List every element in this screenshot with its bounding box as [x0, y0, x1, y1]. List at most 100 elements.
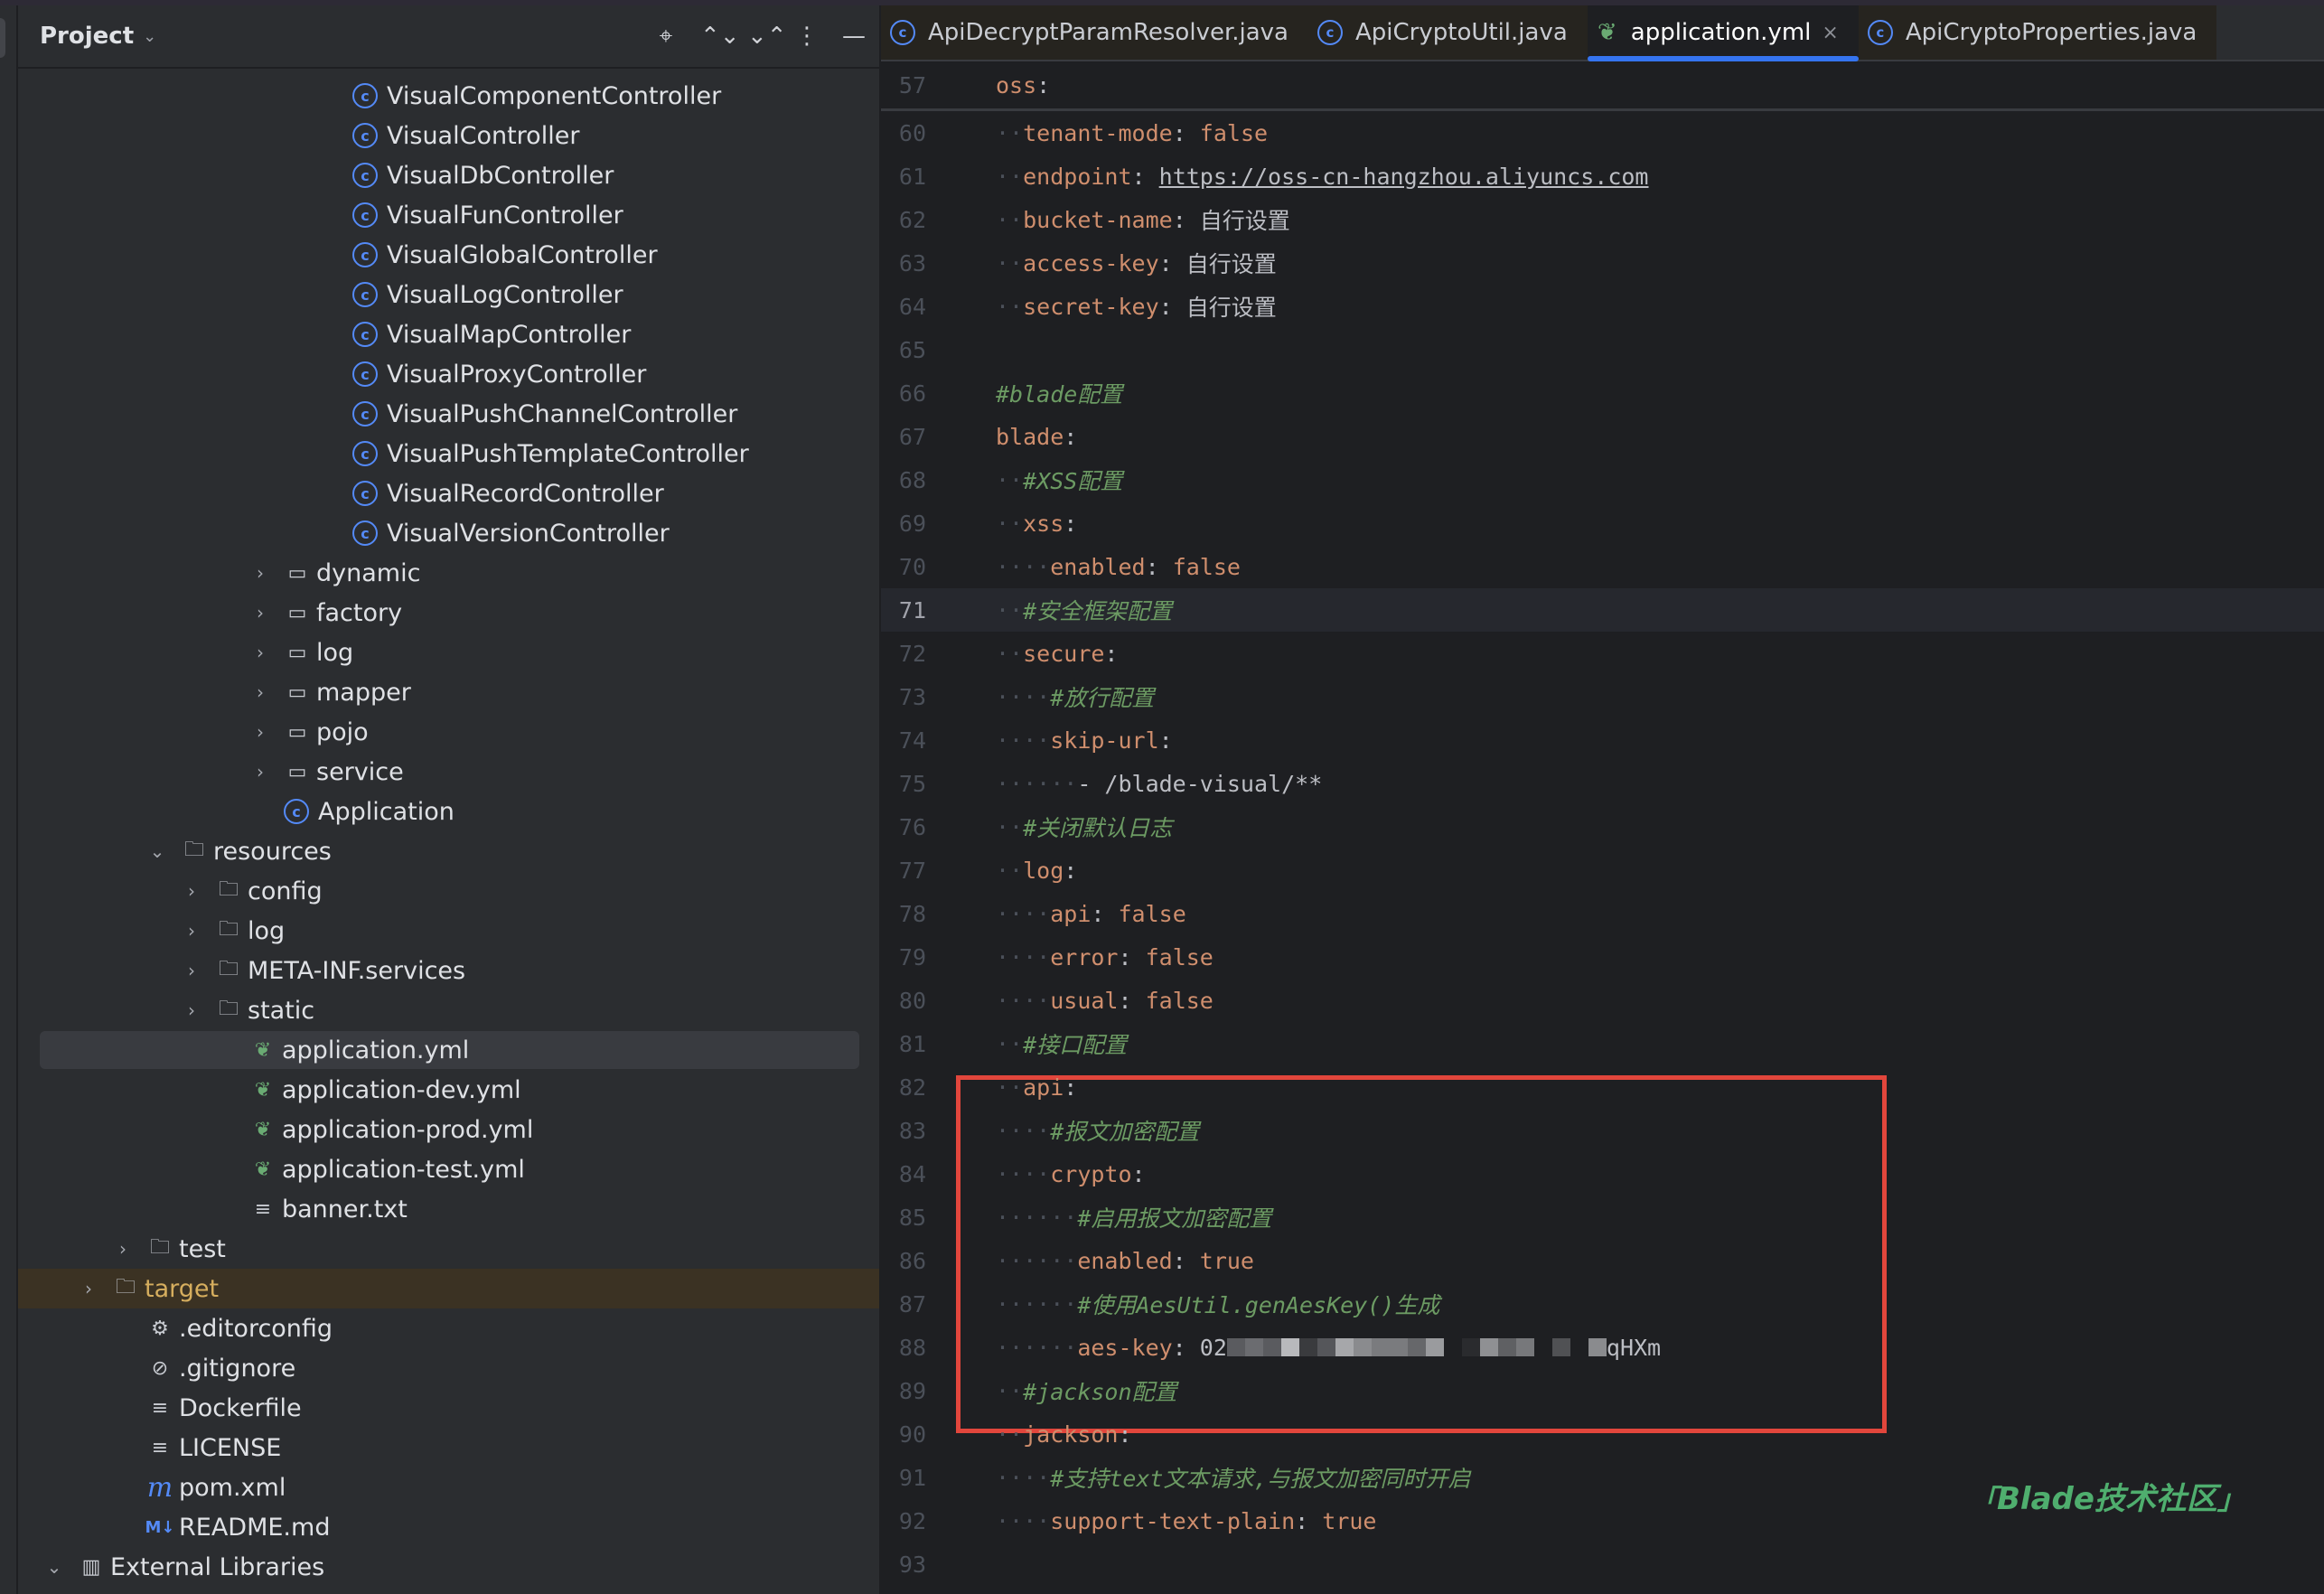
- code-line[interactable]: 64 ·· secret-key: 自行设置: [881, 285, 2324, 328]
- chevron-right-icon[interactable]: ›: [78, 1278, 99, 1299]
- code-line[interactable]: 90 ·· jackson:: [881, 1412, 2324, 1456]
- tree-item[interactable]: c VisualDbController: [18, 155, 879, 195]
- tree-item[interactable]: c VisualGlobalController: [18, 235, 879, 275]
- editor-tab[interactable]: c ApiDecryptParamResolver.java: [881, 5, 1308, 60]
- code-line[interactable]: 67 blade:: [881, 415, 2324, 458]
- expand-all-icon[interactable]: ⌃⌄: [700, 23, 740, 50]
- code-line[interactable]: 86 ······ enabled: true: [881, 1239, 2324, 1282]
- tree-item[interactable]: ❦ application-dev.yml: [18, 1070, 879, 1110]
- code-line[interactable]: 84 ···· crypto:: [881, 1152, 2324, 1196]
- code-line[interactable]: 88 ······ aes-key: 02 qHXm: [881, 1326, 2324, 1369]
- chevron-right-icon[interactable]: ›: [181, 960, 202, 981]
- code-area[interactable]: 57 oss:60 ·· tenant-mode: false 61 ·· endpoint…: [881, 61, 2324, 1586]
- tree-item[interactable]: c VisualController: [18, 116, 879, 155]
- code-line[interactable]: 65: [881, 328, 2324, 371]
- tree-item[interactable]: ⊘ .gitignore: [18, 1348, 879, 1388]
- code-line[interactable]: 76 ·· #关闭默认日志: [881, 805, 2324, 849]
- editor-tab[interactable]: c ApiCryptoUtil.java: [1308, 5, 1588, 60]
- code-line[interactable]: 78 ···· api: false: [881, 892, 2324, 935]
- tree-item[interactable]: › ▭ dynamic: [18, 553, 879, 593]
- chevron-right-icon[interactable]: ›: [249, 642, 271, 663]
- code-line[interactable]: 66 #blade配置: [881, 371, 2324, 415]
- chevron-right-icon[interactable]: ›: [249, 562, 271, 584]
- tree-item[interactable]: c VisualRecordController: [18, 474, 879, 513]
- chevron-right-icon[interactable]: ›: [181, 920, 202, 942]
- tree-item[interactable]: › ▭ pojo: [18, 712, 879, 752]
- tree-item[interactable]: › 🗀 META-INF.services: [18, 951, 879, 990]
- tree-item[interactable]: c VisualPushTemplateController: [18, 434, 879, 474]
- chevron-right-icon[interactable]: ›: [249, 761, 271, 783]
- code-line[interactable]: 83 ···· #报文加密配置: [881, 1109, 2324, 1152]
- tree-item[interactable]: › ▭ mapper: [18, 672, 879, 712]
- code-line[interactable]: 63 ·· access-key: 自行设置: [881, 241, 2324, 285]
- code-line[interactable]: 87 ······ #使用AesUtil.genAesKey()生成: [881, 1282, 2324, 1326]
- code-line[interactable]: 74 ···· skip-url:: [881, 718, 2324, 762]
- tree-item[interactable]: c VisualLogController: [18, 275, 879, 314]
- code-line[interactable]: 69 ·· xss:: [881, 502, 2324, 545]
- chevron-right-icon[interactable]: ›: [181, 880, 202, 902]
- code-line[interactable]: 68 ·· #XSS配置: [881, 458, 2324, 502]
- code-line[interactable]: 80 ···· usual: false: [881, 979, 2324, 1022]
- chevron-right-icon[interactable]: ›: [249, 681, 271, 703]
- code-line[interactable]: 79 ···· error: false: [881, 935, 2324, 979]
- tree-item[interactable]: ⌄ ▥ External Libraries: [18, 1547, 879, 1587]
- tree-item[interactable]: c VisualProxyController: [18, 354, 879, 394]
- chevron-right-icon[interactable]: ›: [181, 999, 202, 1021]
- tree-item[interactable]: › ▭ service: [18, 752, 879, 792]
- tree-item[interactable]: ≡ LICENSE: [18, 1428, 879, 1467]
- tree-item[interactable]: ⌄ 🗀 resources: [18, 831, 879, 871]
- code-line[interactable]: 93: [881, 1542, 2324, 1586]
- chevron-down-icon[interactable]: ⌄: [43, 1556, 65, 1578]
- tree-item[interactable]: › ▭ log: [18, 633, 879, 672]
- tree-item[interactable]: c Application: [18, 792, 879, 831]
- chevron-right-icon[interactable]: ›: [249, 602, 271, 624]
- tree-item[interactable]: ⚙ .editorconfig: [18, 1308, 879, 1348]
- code-line[interactable]: 89 ·· #jackson配置: [881, 1369, 2324, 1412]
- tree-item[interactable]: ›🗀jdk-17~/Library/Java/JavaVirtualMachin…: [18, 1587, 879, 1594]
- code-line[interactable]: 73 ···· #放行配置: [881, 675, 2324, 718]
- chevron-down-icon[interactable]: ⌄: [146, 840, 168, 862]
- tree-item[interactable]: › ▭ factory: [18, 593, 879, 633]
- close-icon[interactable]: ×: [1822, 22, 1838, 44]
- code-line[interactable]: 85 ······ #启用报文加密配置: [881, 1196, 2324, 1239]
- tree-item[interactable]: c VisualMapController: [18, 314, 879, 354]
- tree-item[interactable]: › 🗀 static: [18, 990, 879, 1030]
- tree-item[interactable]: m pom.xml: [18, 1467, 879, 1507]
- tree-item[interactable]: › 🗀 test: [18, 1229, 879, 1269]
- project-view-selector[interactable]: Project: [40, 23, 134, 50]
- tree-item[interactable]: c VisualVersionController: [18, 513, 879, 553]
- code-line[interactable]: 75 ······ - /blade-visual/**: [881, 762, 2324, 805]
- locate-icon[interactable]: ⌖: [653, 23, 679, 51]
- more-options-icon[interactable]: ⋮: [794, 23, 820, 50]
- chevron-down-icon[interactable]: ⌄: [143, 27, 156, 46]
- code-line[interactable]: 82 ·· api:: [881, 1065, 2324, 1109]
- tree-item[interactable]: › 🗀 config: [18, 871, 879, 911]
- tree-item[interactable]: › 🗀 target: [18, 1269, 879, 1308]
- tree-item[interactable]: › 🗀 log: [18, 911, 879, 951]
- code-line[interactable]: 57 oss:: [881, 61, 2324, 111]
- url-link[interactable]: https://oss-cn-hangzhou.aliyuncs.com: [1159, 164, 1649, 190]
- project-tool-button[interactable]: [0, 18, 5, 58]
- tree-item[interactable]: c VisualPushChannelController: [18, 394, 879, 434]
- editor-tab[interactable]: c ApiCryptoProperties.java: [1858, 5, 2217, 60]
- code-line[interactable]: 61 ·· endpoint: https://oss-cn-hangzhou.al…: [881, 155, 2324, 198]
- tree-item[interactable]: c VisualFunController: [18, 195, 879, 235]
- code-line[interactable]: 72 ·· secure:: [881, 632, 2324, 675]
- editor-tab[interactable]: ❦ application.yml ×: [1587, 5, 1859, 61]
- code-line[interactable]: 70 ···· enabled: false: [881, 545, 2324, 588]
- tree-item[interactable]: ❦ application-test.yml: [18, 1149, 879, 1189]
- tree-item[interactable]: ❦ application-prod.yml: [18, 1110, 879, 1149]
- tree-item[interactable]: ≡ Dockerfile: [18, 1388, 879, 1428]
- code-line[interactable]: 71 ·· #安全框架配置: [881, 588, 2324, 632]
- chevron-right-icon[interactable]: ›: [112, 1238, 134, 1260]
- tree-item[interactable]: ❦ application.yml: [18, 1030, 879, 1070]
- tree-item[interactable]: c VisualComponentController: [18, 76, 879, 116]
- tree-item[interactable]: ≡ banner.txt: [18, 1189, 879, 1229]
- code-line[interactable]: 81 ·· #接口配置: [881, 1022, 2324, 1065]
- chevron-right-icon[interactable]: ›: [249, 721, 271, 743]
- code-line[interactable]: 60 ·· tenant-mode: false: [881, 111, 2324, 155]
- collapse-all-icon[interactable]: ⌄⌃: [747, 23, 787, 50]
- tree-item[interactable]: M↓ README.md: [18, 1507, 879, 1547]
- code-line[interactable]: 62 ·· bucket-name: 自行设置: [881, 198, 2324, 241]
- code-line[interactable]: 77 ·· log:: [881, 849, 2324, 892]
